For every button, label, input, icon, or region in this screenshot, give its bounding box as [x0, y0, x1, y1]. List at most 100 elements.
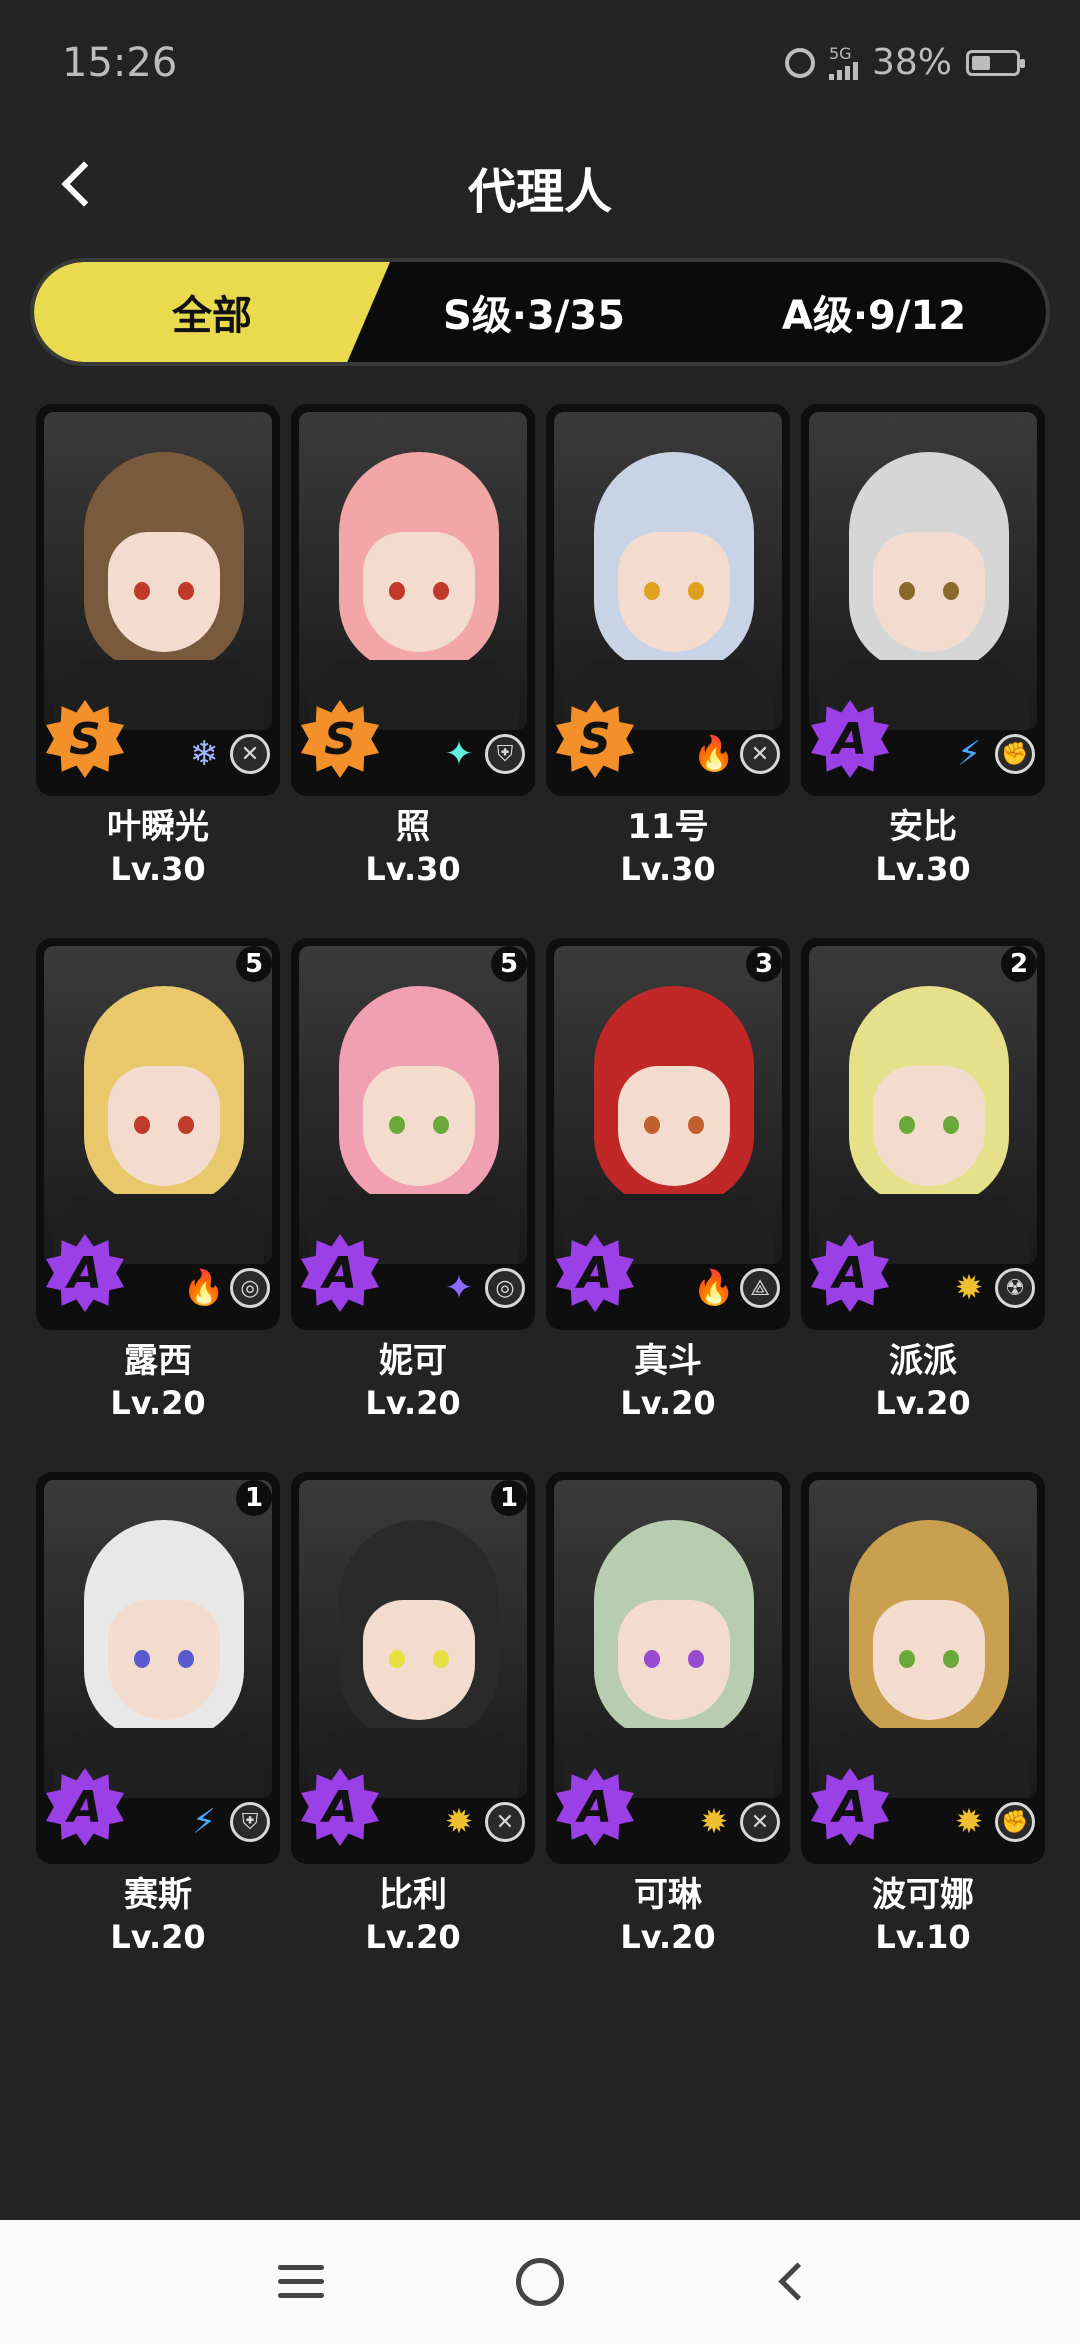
header: 代理人 — [0, 130, 1080, 240]
alarm-icon — [784, 47, 815, 78]
agent-portrait: A ⚡ ✊ — [801, 404, 1045, 796]
fire-icon: 🔥 — [692, 1268, 736, 1308]
agent-art — [299, 1480, 527, 1798]
agent-level: Lv.30 — [110, 850, 206, 888]
tab-a-rank[interactable]: A级·9/12 — [704, 262, 1044, 362]
system-nav-bar — [0, 2220, 1080, 2345]
agent-card[interactable]: A 🔥 ⟁ 3 真斗 Lv.20 — [546, 938, 790, 1424]
agent-name: 妮可 — [379, 1341, 447, 1381]
agent-portrait: S ✦ ⛨ — [291, 404, 535, 796]
agent-art — [44, 946, 272, 1264]
agent-portrait: A 🔥 ⟁ 3 — [546, 938, 790, 1330]
agent-level: Lv.30 — [620, 850, 716, 888]
agent-art — [44, 412, 272, 730]
agent-level: Lv.20 — [365, 1918, 461, 1956]
agent-card[interactable]: A ✦ ◎ 5 妮可 Lv.20 — [291, 938, 535, 1424]
agent-card[interactable]: A 🔥 ◎ 5 露西 Lv.20 — [36, 938, 280, 1424]
agent-portrait: A ✦ ◎ 5 — [291, 938, 535, 1330]
status-bar: 15:26 5G 38% — [0, 0, 1080, 130]
ice-crystal-icon: ❄ — [189, 734, 219, 774]
agent-card[interactable]: A ✹ ✕ 1 比利 Lv.20 — [291, 1472, 535, 1958]
home-icon[interactable] — [516, 2258, 564, 2306]
agent-name: 11号 — [627, 807, 709, 847]
cinema-badge: 5 — [236, 946, 272, 982]
agent-level: Lv.30 — [875, 850, 971, 888]
electric-icon: ⚡ — [192, 1802, 216, 1842]
fire-icon: 🔥 — [182, 1268, 226, 1308]
agent-name: 叶瞬光 — [107, 807, 209, 847]
agent-card[interactable]: S ✦ ⛨ 照 Lv.30 — [291, 404, 535, 890]
agent-card[interactable]: S ❄ ✕ 叶瞬光 Lv.30 — [36, 404, 280, 890]
agent-card[interactable]: A ✹ ✊ 波可娜 Lv.10 — [801, 1472, 1045, 1958]
tab-all[interactable]: 全部 — [34, 262, 390, 362]
status-icons: 5G 38% — [784, 42, 1025, 83]
cinema-badge: 3 — [746, 946, 782, 982]
battery-percent: 38% — [871, 42, 952, 83]
agent-art — [554, 412, 782, 730]
agent-portrait: A ✹ ✊ — [801, 1472, 1045, 1864]
page-title: 代理人 — [467, 164, 612, 220]
agent-art — [44, 1480, 272, 1798]
cinema-badge: 1 — [491, 1480, 527, 1516]
agent-level: Lv.20 — [110, 1384, 206, 1422]
defense-icon: ⛨ — [485, 734, 525, 774]
agent-portrait: S 🔥 ✕ — [546, 404, 790, 796]
agent-art — [554, 1480, 782, 1798]
agent-level: Lv.20 — [620, 1918, 716, 1956]
menu-icon[interactable] — [278, 2265, 324, 2301]
agent-name: 派派 — [889, 1341, 957, 1381]
agent-portrait: A ✹ ✕ 1 — [291, 1472, 535, 1864]
status-time: 15:26 — [62, 40, 178, 86]
agent-level: Lv.20 — [875, 1384, 971, 1422]
agent-level: Lv.20 — [365, 1384, 461, 1422]
agent-card[interactable]: S 🔥 ✕ 11号 Lv.30 — [546, 404, 790, 890]
physical-icon: ✹ — [954, 1802, 984, 1842]
support-icon: ◎ — [230, 1268, 270, 1308]
rupture-icon: ⟁ — [740, 1268, 780, 1308]
agent-level: Lv.30 — [365, 850, 461, 888]
agent-art — [809, 412, 1037, 730]
agent-name: 真斗 — [634, 1341, 702, 1381]
tab-s-rank[interactable]: S级·3/35 — [364, 262, 704, 362]
physical-icon: ✹ — [444, 1802, 474, 1842]
cinema-badge: 2 — [1001, 946, 1037, 982]
physical-icon: ✹ — [699, 1802, 729, 1842]
attack-icon: ✕ — [740, 734, 780, 774]
agent-art — [809, 1480, 1037, 1798]
agent-card[interactable]: A ✹ ☢ 2 派派 Lv.20 — [801, 938, 1045, 1424]
agent-name: 波可娜 — [872, 1875, 974, 1915]
electric-icon: ⚡ — [957, 734, 981, 774]
agent-card[interactable]: A ✹ ✕ 可琳 Lv.20 — [546, 1472, 790, 1958]
anomaly-icon: ☢ — [995, 1268, 1035, 1308]
fire-icon: 🔥 — [692, 734, 736, 774]
agent-art — [299, 946, 527, 1264]
agent-level: Lv.20 — [110, 1918, 206, 1956]
attack-icon: ✕ — [230, 734, 270, 774]
defense-icon: ⛨ — [230, 1802, 270, 1842]
agent-portrait: A ✹ ✕ — [546, 1472, 790, 1864]
ether-star-icon: ✦ — [444, 734, 474, 774]
agent-name: 赛斯 — [124, 1875, 192, 1915]
agent-card[interactable]: A ⚡ ✊ 安比 Lv.30 — [801, 404, 1045, 890]
battery-icon — [966, 49, 1025, 76]
cinema-badge: 5 — [491, 946, 527, 982]
signal-icon: 5G — [828, 45, 858, 80]
physical-icon: ✹ — [954, 1268, 984, 1308]
stun-icon: ✊ — [995, 734, 1035, 774]
agent-level: Lv.10 — [875, 1918, 971, 1956]
filter-tabs: 全部 S级·3/35 A级·9/12 — [30, 258, 1050, 366]
nav-back-icon[interactable] — [768, 2258, 816, 2306]
agent-name: 安比 — [889, 807, 957, 847]
ether-star-icon: ✦ — [444, 1268, 474, 1308]
agent-art — [809, 946, 1037, 1264]
agent-name: 露西 — [124, 1341, 192, 1381]
attack-icon: ✕ — [485, 1802, 525, 1842]
agent-card[interactable]: A ⚡ ⛨ 1 赛斯 Lv.20 — [36, 1472, 280, 1958]
agent-portrait: A 🔥 ◎ 5 — [36, 938, 280, 1330]
agent-art — [299, 412, 527, 730]
cinema-badge: 1 — [236, 1480, 272, 1516]
agent-name: 比利 — [379, 1875, 447, 1915]
agent-name: 可琳 — [634, 1875, 702, 1915]
agent-portrait: A ✹ ☢ 2 — [801, 938, 1045, 1330]
stun-icon: ✊ — [995, 1802, 1035, 1842]
